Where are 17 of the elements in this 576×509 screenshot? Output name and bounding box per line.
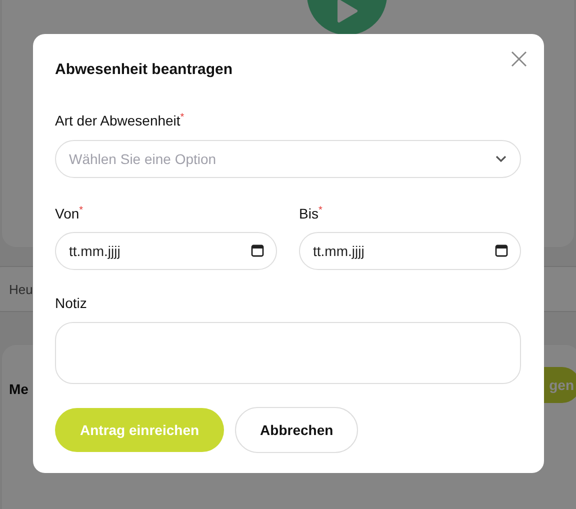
note-field[interactable] (55, 322, 521, 384)
date-field[interactable]: tt.mm.jjjj (299, 232, 521, 270)
cancel-button[interactable]: Abbrechen (235, 407, 358, 454)
date-field[interactable]: tt.mm.jjjj (55, 232, 277, 270)
field-label: Notiz (55, 294, 88, 314)
card-title: Me (9, 381, 28, 397)
absence-type-select[interactable]: Wählen Sie eine Option (55, 140, 521, 178)
play-icon (336, 0, 358, 23)
calendar-icon[interactable] (251, 244, 264, 258)
field-label: Bis$^{*}$ (299, 204, 324, 224)
submit-button[interactable]: Antrag einreichen (55, 408, 224, 452)
dialog-title: Abwesenheit beantragen (55, 60, 233, 80)
calendar-icon[interactable] (495, 244, 508, 258)
chevron-down-icon (495, 154, 507, 163)
close-button[interactable] (511, 51, 527, 67)
field-label: Art der Abwesenheit$^{*}$ (55, 111, 186, 131)
field-label: Von$^{*}$ (55, 204, 84, 224)
